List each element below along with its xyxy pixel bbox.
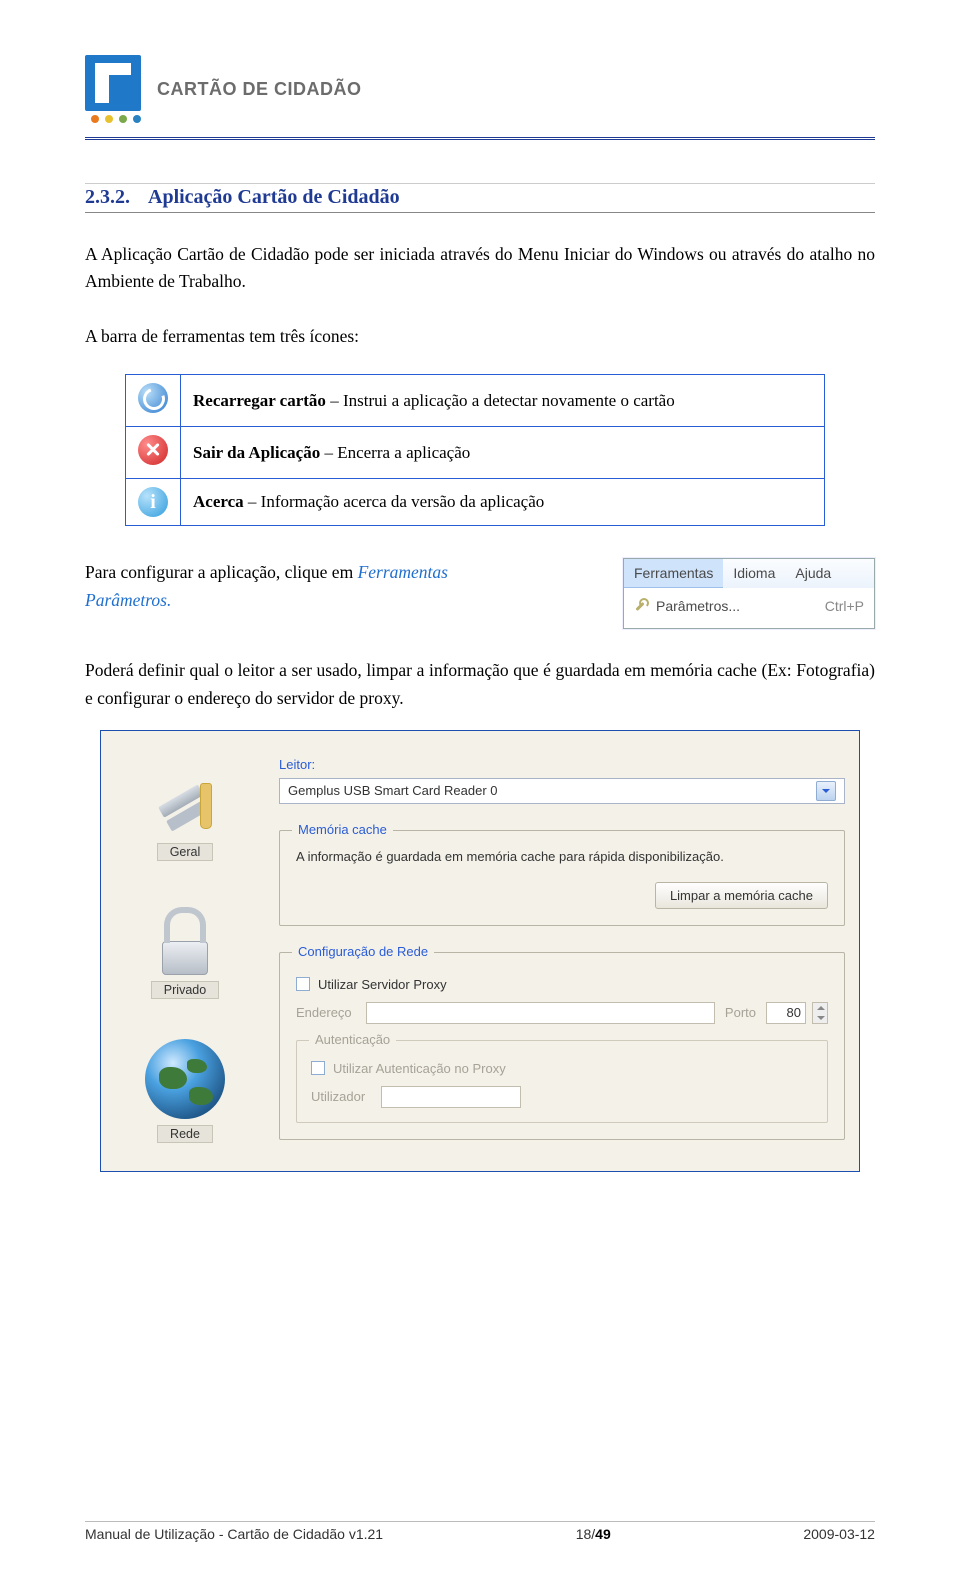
auth-groupbox: Autenticação Utilizar Autenticação no Pr… xyxy=(296,1040,828,1123)
icon-row-bold: Recarregar cartão xyxy=(193,391,326,410)
header-logo-row: CARTÃO DE CIDADÃO xyxy=(85,55,875,123)
section-number: 2.3.2. xyxy=(85,186,130,209)
tab-privado[interactable]: Privado xyxy=(115,901,255,999)
menu-item-label: Parâmetros... xyxy=(656,598,740,614)
cache-groupbox: Memória cache A informação é guardada em… xyxy=(279,830,845,926)
explain-paragraph: Poderá definir qual o leitor a ser usado… xyxy=(85,657,875,711)
icon-row-rest: – Encerra a aplicação xyxy=(320,443,470,462)
settings-geral-icon xyxy=(140,765,230,837)
use-proxy-label: Utilizar Servidor Proxy xyxy=(318,977,447,992)
icon-row-text: Acerca – Informação acerca da versão da … xyxy=(181,479,825,526)
brand-title: CARTÃO DE CIDADÃO xyxy=(157,79,362,100)
port-label: Porto xyxy=(725,1005,756,1020)
globe-icon xyxy=(145,1039,225,1119)
header-divider xyxy=(85,137,875,143)
icon-row-bold: Acerca xyxy=(193,492,244,511)
auth-legend: Autenticação xyxy=(309,1032,396,1047)
menu-item-parametros[interactable]: Parâmetros... Ctrl+P xyxy=(624,594,874,618)
section-heading: 2.3.2. Aplicação Cartão de Cidadão xyxy=(85,183,875,213)
icon-row-text: Sair da Aplicação – Encerra a aplicação xyxy=(181,427,825,479)
cache-legend: Memória cache xyxy=(292,822,393,837)
network-groupbox: Configuração de Rede Utilizar Servidor P… xyxy=(279,952,845,1140)
user-input[interactable] xyxy=(381,1086,521,1108)
user-label: Utilizador xyxy=(311,1089,371,1104)
wrench-icon xyxy=(634,599,648,613)
chevron-down-icon[interactable] xyxy=(816,781,836,801)
address-label: Endereço xyxy=(296,1005,356,1020)
tab-geral[interactable]: Geral xyxy=(115,765,255,861)
footer-left: Manual de Utilização - Cartão de Cidadão… xyxy=(85,1526,383,1542)
clear-cache-button[interactable]: Limpar a memória cache xyxy=(655,882,828,909)
footer-page: 18/49 xyxy=(576,1526,611,1542)
cache-text: A informação é guardada em memória cache… xyxy=(296,849,828,864)
port-input[interactable]: 80 xyxy=(766,1002,806,1024)
footer-page-total: 49 xyxy=(595,1526,611,1542)
leitor-label: Leitor: xyxy=(279,757,845,772)
tab-label: Privado xyxy=(151,981,219,999)
icon-row-rest: – Instrui a aplicação a detectar novamen… xyxy=(326,391,675,410)
cc-logo-icon xyxy=(85,55,141,111)
use-auth-label: Utilizar Autenticação no Proxy xyxy=(333,1061,506,1076)
parametros-link-text: Parâmetros. xyxy=(85,590,171,610)
tab-rede[interactable]: Rede xyxy=(115,1039,255,1143)
address-input[interactable] xyxy=(366,1002,715,1024)
section-title: Aplicação Cartão de Cidadão xyxy=(148,186,400,209)
page-footer: Manual de Utilização - Cartão de Cidadão… xyxy=(85,1521,875,1542)
leitor-value: Gemplus USB Smart Card Reader 0 xyxy=(288,783,498,798)
footer-page-current: 18 xyxy=(576,1526,592,1542)
footer-date: 2009-03-12 xyxy=(803,1526,875,1542)
use-proxy-checkbox[interactable] xyxy=(296,977,310,991)
tab-label: Geral xyxy=(157,843,214,861)
info-icon xyxy=(138,487,168,517)
icon-row-bold: Sair da Aplicação xyxy=(193,443,320,462)
settings-dialog: Geral Privado Rede Leitor: Gemplus xyxy=(100,730,860,1172)
reader-block: Leitor: Gemplus USB Smart Card Reader 0 xyxy=(279,745,845,804)
use-auth-checkbox[interactable] xyxy=(311,1061,325,1075)
menu-item-shortcut: Ctrl+P xyxy=(825,598,864,614)
configure-lead: Para configurar a aplicação, clique em xyxy=(85,562,358,582)
intro-paragraph-1: A Aplicação Cartão de Cidadão pode ser i… xyxy=(85,241,875,295)
leitor-dropdown[interactable]: Gemplus USB Smart Card Reader 0 xyxy=(279,778,845,804)
port-spinner[interactable] xyxy=(812,1002,828,1024)
menu-bar: Ferramentas Idioma Ajuda xyxy=(624,559,874,588)
tab-label: Rede xyxy=(157,1125,213,1143)
ferramentas-menu-screenshot: Ferramentas Idioma Ajuda Parâmetros... C… xyxy=(623,558,875,629)
ferramentas-link-text: Ferramentas xyxy=(358,562,448,582)
intro-paragraph-2: A barra de ferramentas tem três ícones: xyxy=(85,323,875,350)
menu-ferramentas[interactable]: Ferramentas xyxy=(624,559,723,588)
refresh-icon xyxy=(138,383,168,413)
close-icon xyxy=(138,435,168,465)
toolbar-icons-table: Recarregar cartão – Instrui a aplicação … xyxy=(125,374,825,526)
lock-icon xyxy=(148,901,222,975)
menu-ajuda[interactable]: Ajuda xyxy=(785,559,841,588)
cc-logo-dots-icon xyxy=(91,115,141,123)
icon-row-rest: – Informação acerca da versão da aplicaç… xyxy=(244,492,545,511)
menu-idioma[interactable]: Idioma xyxy=(723,559,785,588)
network-legend: Configuração de Rede xyxy=(292,944,434,959)
icon-row-text: Recarregar cartão – Instrui a aplicação … xyxy=(181,375,825,427)
configure-paragraph: Para configurar a aplicação, clique em F… xyxy=(85,558,623,629)
